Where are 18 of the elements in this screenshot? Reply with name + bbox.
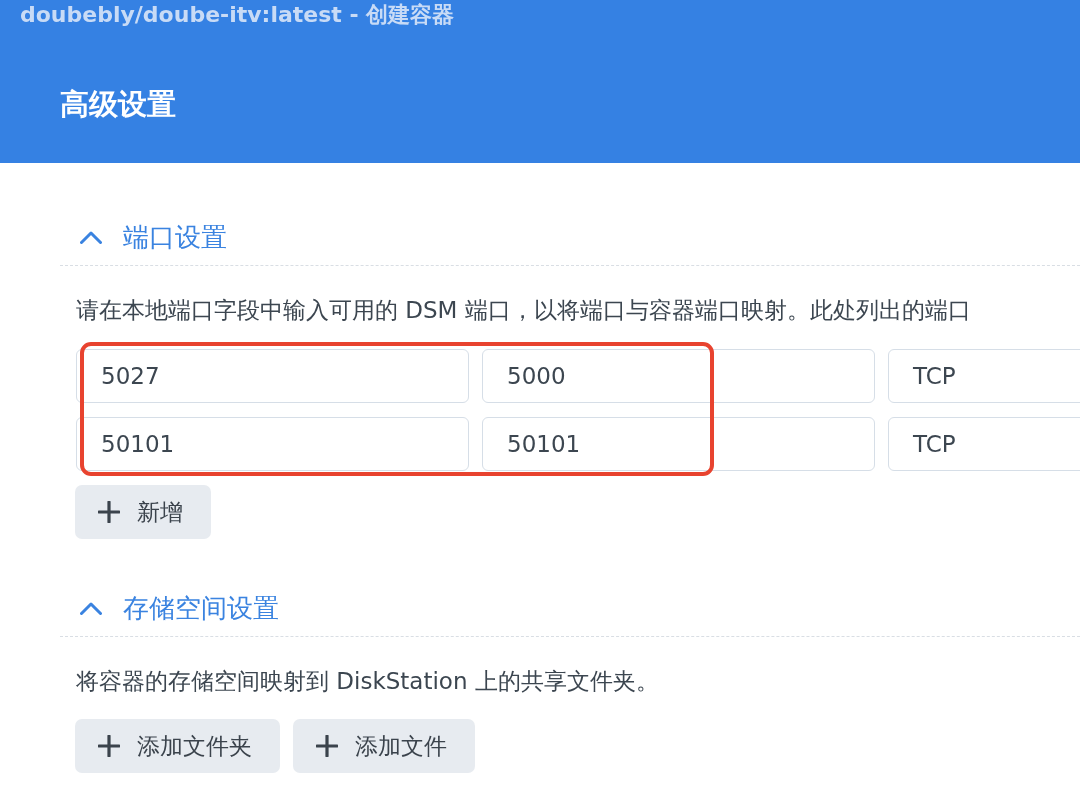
port-field[interactable]: 50101 xyxy=(76,417,469,471)
protocol-field[interactable]: TCP xyxy=(888,349,1080,403)
add-button[interactable]: 添加文件 xyxy=(293,719,475,773)
protocol-field[interactable]: TCP xyxy=(888,417,1080,471)
plus-icon xyxy=(98,735,120,757)
section-description: 将容器的存储空间映射到 DiskStation 上的共享文件夹。 xyxy=(76,667,659,696)
page-title: 高级设置 xyxy=(60,86,176,122)
add-button[interactable]: 添加文件夹 xyxy=(75,719,280,773)
port-field[interactable]: 50101 xyxy=(482,417,875,471)
window-title: doubebly/doube-itv:latest - 创建容器 xyxy=(19,1,455,29)
plus-icon xyxy=(316,735,338,757)
section-header[interactable]: 端口设置 xyxy=(60,209,235,265)
section-description: 请在本地端口字段中输入可用的 DSM 端口，以将端口与容器端口映射。此处列出的端口 xyxy=(76,296,971,325)
add-button[interactable]: 新增 xyxy=(75,485,211,539)
plus-icon xyxy=(98,501,120,523)
section-header[interactable]: 存储空间设置 xyxy=(60,580,287,636)
port-field[interactable]: 5027 xyxy=(76,349,469,403)
port-field[interactable]: 5000 xyxy=(482,349,875,403)
